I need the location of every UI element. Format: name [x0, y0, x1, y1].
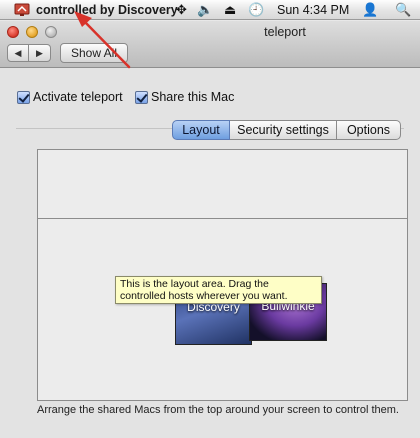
share-this-mac-option[interactable]: Share this Mac — [135, 90, 234, 104]
volume-icon[interactable]: 🔈 — [197, 2, 213, 18]
activate-teleport-checkbox[interactable] — [17, 90, 30, 104]
layout-area-divider — [38, 218, 407, 219]
forward-button[interactable]: ▶ — [29, 44, 51, 62]
window-title: teleport — [264, 25, 306, 39]
spotlight-search-icon[interactable]: 🔍 — [395, 2, 411, 18]
nav-buttons: ◀ ▶ — [7, 44, 51, 62]
share-this-mac-label[interactable]: Share this Mac — [151, 90, 234, 104]
move-arrows-icon[interactable]: ✥ — [176, 2, 187, 18]
layout-tooltip: This is the layout area. Drag the contro… — [115, 276, 322, 304]
user-icon[interactable]: 👤 — [362, 2, 378, 18]
show-all-button[interactable]: Show All — [60, 43, 128, 63]
teleport-preferences-window: teleport ◀ ▶ Show All Activate teleport … — [0, 21, 420, 438]
screen-sharing-app-icon[interactable] — [14, 3, 30, 17]
app-menu-name[interactable]: controlled by Discovery — [36, 2, 178, 18]
menu-bar: controlled by Discovery ✥ 🔈 ⏏ 🕘 Sun 4:34… — [0, 0, 420, 20]
share-this-mac-checkbox[interactable] — [135, 90, 148, 104]
back-button[interactable]: ◀ — [7, 44, 29, 62]
back-arrow-icon: ◀ — [14, 47, 22, 58]
eject-icon[interactable]: ⏏ — [224, 2, 236, 18]
layout-instructions: Arrange the shared Macs from the top aro… — [37, 404, 399, 416]
tab-options[interactable]: Options — [337, 120, 401, 140]
activate-teleport-label[interactable]: Activate teleport — [33, 90, 123, 104]
layout-area[interactable]: Discov­ery Bullwinkle This is the layout… — [37, 149, 408, 401]
forward-arrow-icon: ▶ — [36, 47, 43, 58]
menu-clock[interactable]: Sun 4:34 PM — [277, 2, 349, 18]
window-toolbar: teleport ◀ ▶ Show All — [0, 21, 420, 68]
tab-layout[interactable]: Layout — [172, 120, 230, 140]
preference-tabs: Layout Security settings Options — [172, 120, 401, 140]
tab-security-settings[interactable]: Security settings — [230, 120, 337, 140]
activate-teleport-option[interactable]: Activate teleport — [17, 90, 123, 104]
time-machine-icon[interactable]: 🕘 — [248, 2, 264, 18]
